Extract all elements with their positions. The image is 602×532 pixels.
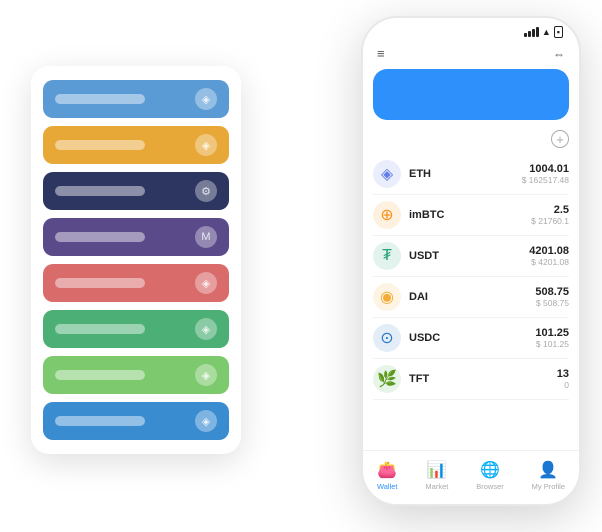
left-panel-card-7[interactable]: ◈ (43, 402, 229, 440)
nav-label-2: Browser (476, 482, 504, 491)
nav-item-browser[interactable]: 🌐 Browser (476, 460, 504, 491)
card-label-6 (55, 370, 145, 380)
asset-row-eth[interactable]: ◈ ETH 1004.01 $ 162517.48 (373, 154, 569, 195)
asset-icon-imbtc: ⊕ (373, 201, 401, 229)
card-label-3 (55, 232, 145, 242)
card-label-5 (55, 324, 145, 334)
card-icon-7: ◈ (195, 410, 217, 432)
wifi-icon: ▲ (542, 27, 551, 37)
asset-row-usdt[interactable]: ₮ USDT 4201.08 $ 4201.08 (373, 236, 569, 277)
left-panel-card-0[interactable]: ◈ (43, 80, 229, 118)
asset-row-imbtc[interactable]: ⊕ imBTC 2.5 $ 21760.1 (373, 195, 569, 236)
eth-hero-card[interactable] (373, 69, 569, 120)
asset-usd-imbtc: $ 21760.1 (531, 216, 569, 226)
left-panel-card-3[interactable]: M (43, 218, 229, 256)
left-panel-card-2[interactable]: ⚙ (43, 172, 229, 210)
left-panel-card-4[interactable]: ◈ (43, 264, 229, 302)
asset-icon-dai: ◉ (373, 283, 401, 311)
scene: ◈ ◈ ⚙ M ◈ ◈ ◈ ◈ (21, 16, 581, 516)
asset-left-0: ◈ ETH (373, 160, 431, 188)
asset-usd-dai: $ 508.75 (535, 298, 569, 308)
card-icon-5: ◈ (195, 318, 217, 340)
bottom-nav: 👛 Wallet 📊 Market 🌐 Browser 👤 My Profile (363, 450, 579, 504)
left-panel-card-1[interactable]: ◈ (43, 126, 229, 164)
card-label-0 (55, 94, 145, 104)
asset-name-imbtc: imBTC (409, 209, 444, 221)
nav-label-1: Market (425, 482, 448, 491)
card-icon-0: ◈ (195, 88, 217, 110)
asset-right-5: 13 0 (557, 368, 569, 390)
asset-name-usdt: USDT (409, 250, 439, 262)
asset-right-0: 1004.01 $ 162517.48 (522, 163, 569, 185)
asset-usd-eth: $ 162517.48 (522, 175, 569, 185)
asset-list: ◈ ETH 1004.01 $ 162517.48 ⊕ imBTC 2.5 $ … (373, 154, 569, 400)
asset-right-3: 508.75 $ 508.75 (535, 286, 569, 308)
battery-icon: ▪ (554, 26, 563, 38)
card-icon-6: ◈ (195, 364, 217, 386)
nav-item-my-profile[interactable]: 👤 My Profile (532, 460, 565, 491)
menu-icon[interactable]: ≡ (377, 46, 385, 61)
asset-amount-usdc: 101.25 (535, 327, 569, 339)
asset-name-dai: DAI (409, 291, 428, 303)
asset-usd-usdc: $ 101.25 (535, 339, 569, 349)
asset-left-1: ⊕ imBTC (373, 201, 444, 229)
asset-left-3: ◉ DAI (373, 283, 428, 311)
asset-icon-eth: ◈ (373, 160, 401, 188)
left-panel-card-5[interactable]: ◈ (43, 310, 229, 348)
asset-row-tft[interactable]: 🌿 TFT 13 0 (373, 359, 569, 400)
status-icons: ▲ ▪ (524, 26, 563, 38)
signal-icon (524, 27, 539, 37)
asset-name-usdc: USDC (409, 332, 440, 344)
nav-icon-1: 📊 (427, 460, 447, 480)
nav-icon-3: 👤 (538, 460, 558, 480)
asset-name-eth: ETH (409, 168, 431, 180)
nav-label-3: My Profile (532, 482, 565, 491)
asset-amount-imbtc: 2.5 (531, 204, 569, 216)
asset-usd-tft: 0 (557, 380, 569, 390)
asset-right-2: 4201.08 $ 4201.08 (529, 245, 569, 267)
asset-right-1: 2.5 $ 21760.1 (531, 204, 569, 226)
card-label-2 (55, 186, 145, 196)
card-icon-4: ◈ (195, 272, 217, 294)
phone-header: ≡ ⇔ (363, 42, 579, 69)
nav-item-wallet[interactable]: 👛 Wallet (377, 460, 398, 491)
nav-icon-0: 👛 (377, 460, 397, 480)
asset-usd-usdt: $ 4201.08 (529, 257, 569, 267)
phone-frame: ▲ ▪ ≡ ⇔ (361, 16, 581, 506)
asset-row-usdc[interactable]: ⊙ USDC 101.25 $ 101.25 (373, 318, 569, 359)
nav-label-0: Wallet (377, 482, 398, 491)
left-panel-card-6[interactable]: ◈ (43, 356, 229, 394)
card-icon-1: ◈ (195, 134, 217, 156)
card-icon-2: ⚙ (195, 180, 217, 202)
asset-left-4: ⊙ USDC (373, 324, 440, 352)
card-icon-3: M (195, 226, 217, 248)
status-bar: ▲ ▪ (363, 18, 579, 42)
asset-amount-eth: 1004.01 (522, 163, 569, 175)
eth-balance (387, 85, 555, 108)
asset-icon-tft: 🌿 (373, 365, 401, 393)
asset-right-4: 101.25 $ 101.25 (535, 327, 569, 349)
nav-icon-2: 🌐 (480, 460, 500, 480)
card-label-4 (55, 278, 145, 288)
phone-content: + ◈ ETH 1004.01 $ 162517.48 ⊕ imBTC (363, 69, 579, 400)
asset-icon-usdc: ⊙ (373, 324, 401, 352)
asset-amount-dai: 508.75 (535, 286, 569, 298)
asset-left-2: ₮ USDT (373, 242, 439, 270)
expand-icon[interactable]: ⇔ (553, 47, 565, 61)
nav-item-market[interactable]: 📊 Market (425, 460, 448, 491)
left-panel: ◈ ◈ ⚙ M ◈ ◈ ◈ ◈ (31, 66, 241, 454)
asset-amount-tft: 13 (557, 368, 569, 380)
card-label-7 (55, 416, 145, 426)
asset-left-5: 🌿 TFT (373, 365, 429, 393)
asset-amount-usdt: 4201.08 (529, 245, 569, 257)
assets-header: + (373, 130, 569, 148)
card-label-1 (55, 140, 145, 150)
add-asset-button[interactable]: + (551, 130, 569, 148)
asset-icon-usdt: ₮ (373, 242, 401, 270)
asset-name-tft: TFT (409, 373, 429, 385)
asset-row-dai[interactable]: ◉ DAI 508.75 $ 508.75 (373, 277, 569, 318)
